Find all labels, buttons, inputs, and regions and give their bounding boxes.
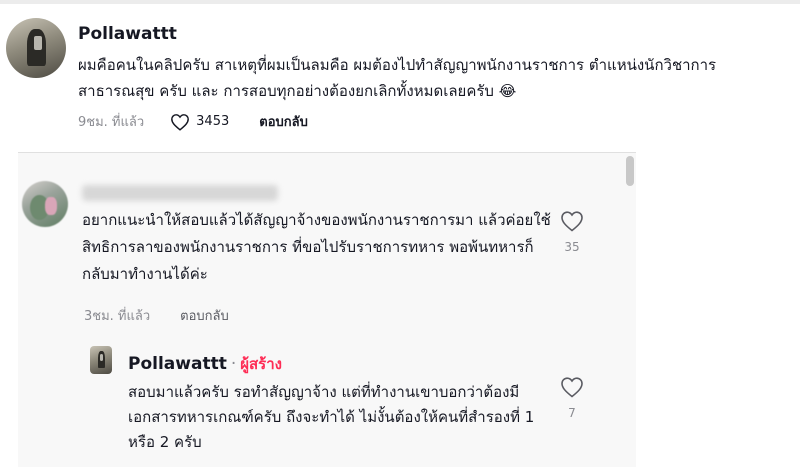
post-comment-meta: 9ชม. ที่แล้ว 3453 ตอบกลับ [78, 111, 308, 132]
heart-outline-icon [561, 377, 583, 398]
post-comment: Pollawattt ผมคือคนในคลิปครับ สาเหตุที่ผม… [0, 4, 800, 150]
comment-meta: 3ชม. ที่แล้ว ตอบกลับ [84, 305, 229, 326]
reply-author-username[interactable]: Pollawattt [128, 354, 227, 374]
creator-badge: ผู้สร้าง [240, 355, 282, 373]
post-author-avatar[interactable] [6, 18, 66, 78]
comment-text: อยากแนะนำให้สอบแล้วได้สัญญาจ้างของพนักงา… [82, 211, 551, 283]
post-like-count: 3453 [196, 114, 230, 129]
post-author-username[interactable]: Pollawattt [78, 24, 177, 44]
reply-author-row: Pollawattt · ผู้สร้าง [128, 352, 282, 376]
comment-reply-button[interactable]: ตอบกลับ [180, 305, 229, 326]
replies-scrollbar[interactable] [626, 156, 634, 456]
post-reply-button[interactable]: ตอบกลับ [259, 111, 308, 132]
commenter-avatar[interactable] [22, 181, 68, 227]
reply-author-avatar[interactable] [90, 346, 112, 374]
comment-time: 3ชม. ที่แล้ว [84, 309, 151, 324]
reply-like-count: 7 [568, 406, 576, 420]
comment-like-button[interactable]: 35 [557, 210, 587, 254]
post-like-button[interactable]: 3453 [170, 113, 229, 131]
post-comment-time: 9ชม. ที่แล้ว [78, 115, 145, 130]
commenter-username-redacted [82, 185, 278, 201]
reply-like-button[interactable]: 7 [557, 376, 587, 420]
heart-outline-icon [561, 211, 583, 232]
heart-outline-icon [171, 113, 190, 131]
reply-text: สอบมาแล้วครับ รอทำสัญญาจ้าง แต่ที่ทำงานเ… [128, 383, 535, 451]
scrollbar-thumb[interactable] [626, 156, 634, 186]
reply-separator: · [230, 354, 237, 374]
comment-like-count: 35 [564, 240, 580, 254]
post-comment-text: ผมคือคนในคลิปครับ สาเหตุที่ผมเป็นลมคือ ผ… [78, 56, 717, 100]
